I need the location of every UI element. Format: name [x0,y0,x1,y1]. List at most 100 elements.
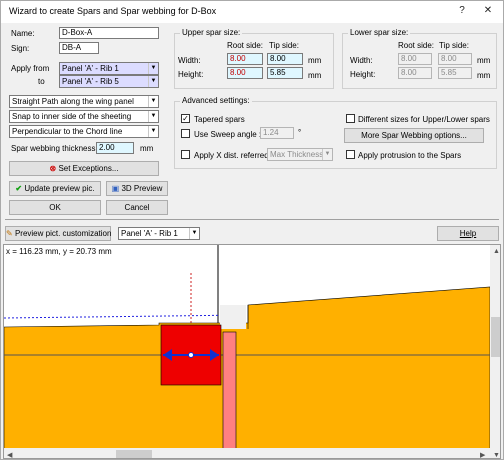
name-label: Name: [11,29,35,38]
sign-field[interactable]: DB-A [59,42,99,54]
apply-to-select[interactable]: Panel 'A' - Rib 5 ▼ [59,75,159,88]
apply-from-select[interactable]: Panel 'A' - Rib 1 ▼ [59,62,159,75]
chevron-down-icon: ▼ [148,126,158,137]
more-webbing-options-button[interactable]: More Spar Webbing options... [344,128,484,143]
web-thickness-unit: mm [140,144,154,153]
vertical-scroll-thumb [491,317,500,357]
scroll-up-icon: ▲ [493,248,500,255]
gap-region [220,305,246,329]
sweep-checkbox[interactable] [181,129,190,138]
wizard-window: Wizard to create Spars and Spar webbing … [0,0,504,460]
tapered-label: Tapered spars [194,115,245,124]
3d-view-icon: ▣ [111,184,120,193]
preview-customization-button[interactable]: ✎ Preview pict. customization [5,226,111,241]
horizontal-scroll-thumb [116,450,152,458]
window-title: Wizard to create Spars and Spar webbing … [9,6,217,16]
no-entry-icon: ⊗ [49,164,57,173]
protrusion-checkbox[interactable] [346,150,355,159]
scroll-right-icon: ▶ [480,452,486,459]
path-select-value: Straight Path along the wing panel [12,97,134,106]
upper-height-unit: mm [308,71,322,80]
upper-spar-title: Upper spar size: [180,28,243,37]
upper-width-tip-field[interactable]: 8.00 [267,53,303,65]
chevron-down-icon: ▼ [148,76,158,87]
sheeting-shape [4,286,491,458]
upper-width-label: Width: [178,56,201,65]
to-label: to [38,77,45,86]
name-field[interactable]: D-Box-A [59,27,159,39]
lower-height-tip-field[interactable]: 5.85 [438,67,472,79]
ok-button[interactable]: OK [9,200,101,215]
3d-preview-label: 3D Preview [121,184,163,193]
horizontal-scrollbar [4,448,490,458]
chevron-down-icon: ▼ [322,149,332,160]
tapered-checkbox[interactable]: ✓ [181,114,190,123]
scroll-left-icon: ◀ [7,452,13,459]
help-button[interactable]: Help [437,226,499,241]
brush-icon: ✎ [6,229,13,238]
set-exceptions-button[interactable]: ⊗ Set Exceptions... [9,161,159,176]
scroll-down-icon: ▼ [493,452,500,459]
apply-x-select[interactable]: Max Thickness ▼ [267,148,333,161]
lower-height-unit: mm [477,71,491,80]
chevron-down-icon: ▼ [148,96,158,107]
diff-sizes-checkbox[interactable] [346,114,355,123]
apply-to-value: Panel 'A' - Rib 5 [62,77,119,86]
help-icon[interactable]: ? [453,4,471,18]
title-bar: Wizard to create Spars and Spar webbing … [1,1,503,23]
separator [5,219,499,220]
chevron-down-icon: ▼ [148,63,158,74]
help-button-label: Help [459,229,477,238]
sign-label: Sign: [11,44,30,53]
lower-height-label: Height: [350,70,376,79]
preview-panel-select[interactable]: Panel 'A' - Rib 1 ▼ [118,227,200,240]
sweep-unit: ° [298,128,302,137]
3d-preview-button[interactable]: ▣ 3D Preview [106,181,168,196]
advanced-settings-title: Advanced settings: [180,96,252,105]
orientation-select[interactable]: Perpendicular to the Chord line ▼ [9,125,159,138]
lower-height-root-field[interactable]: 8.00 [398,67,432,79]
preview-canvas[interactable]: x = 116.23 mm, y = 20.73 mm ▲ ▼ ◀ ▶ [3,244,501,459]
upper-width-unit: mm [308,56,322,65]
apply-from-value: Panel 'A' - Rib 1 [62,64,119,73]
snap-select-value: Snap to inner side of the sheeting [12,112,132,121]
preview-panel-value: Panel 'A' - Rib 1 [121,229,178,238]
sweep-angle-field[interactable]: 1.24 [260,127,294,139]
upper-height-root-field[interactable]: 8.00 [227,67,263,79]
set-exceptions-label: Set Exceptions... [58,164,119,173]
lower-width-root-field[interactable]: 8.00 [398,53,432,65]
diff-sizes-label: Different sizes for Upper/Lower spars [358,115,490,124]
lower-width-unit: mm [477,56,491,65]
apply-from-label: Apply from [11,64,50,73]
cancel-button[interactable]: Cancel [106,200,168,215]
preview-customization-label: Preview pict. customization [14,229,112,238]
apply-x-checkbox[interactable] [181,150,190,159]
protrusion-label: Apply protrusion to the Spars [358,151,462,160]
preview-drawing: ▲ ▼ ◀ ▶ [4,245,500,459]
checkmark-icon: ✔ [15,184,23,193]
upper-root-header: Root side: [227,41,264,50]
web-thickness-field[interactable]: 2.00 [96,142,134,154]
lower-tip-header: Tip side: [439,41,469,50]
orientation-select-value: Perpendicular to the Chord line [12,127,123,136]
apply-x-value: Max Thickness [270,150,324,159]
path-select[interactable]: Straight Path along the wing panel ▼ [9,95,159,108]
chevron-down-icon: ▼ [189,228,199,239]
arrow-midpoint [188,352,194,358]
upper-height-label: Height: [178,70,204,79]
lower-width-tip-field[interactable]: 8.00 [438,53,472,65]
lower-width-label: Width: [350,56,373,65]
snap-select[interactable]: Snap to inner side of the sheeting ▼ [9,110,159,123]
lower-spar-title: Lower spar size: [348,28,411,37]
update-preview-label: Update preview pic. [24,184,95,193]
upper-tip-header: Tip side: [269,41,299,50]
lower-root-header: Root side: [398,41,435,50]
chevron-down-icon: ▼ [148,111,158,122]
sweep-label: Use Sweep angle : [194,130,262,139]
web-thickness-label: Spar webbing thickness: [11,144,98,153]
webbing-shape [222,331,237,458]
upper-width-root-field[interactable]: 8.00 [227,53,263,65]
close-icon[interactable]: ✕ [479,4,497,18]
upper-height-tip-field[interactable]: 5.85 [267,67,303,79]
update-preview-button[interactable]: ✔ Update preview pic. [9,181,101,196]
